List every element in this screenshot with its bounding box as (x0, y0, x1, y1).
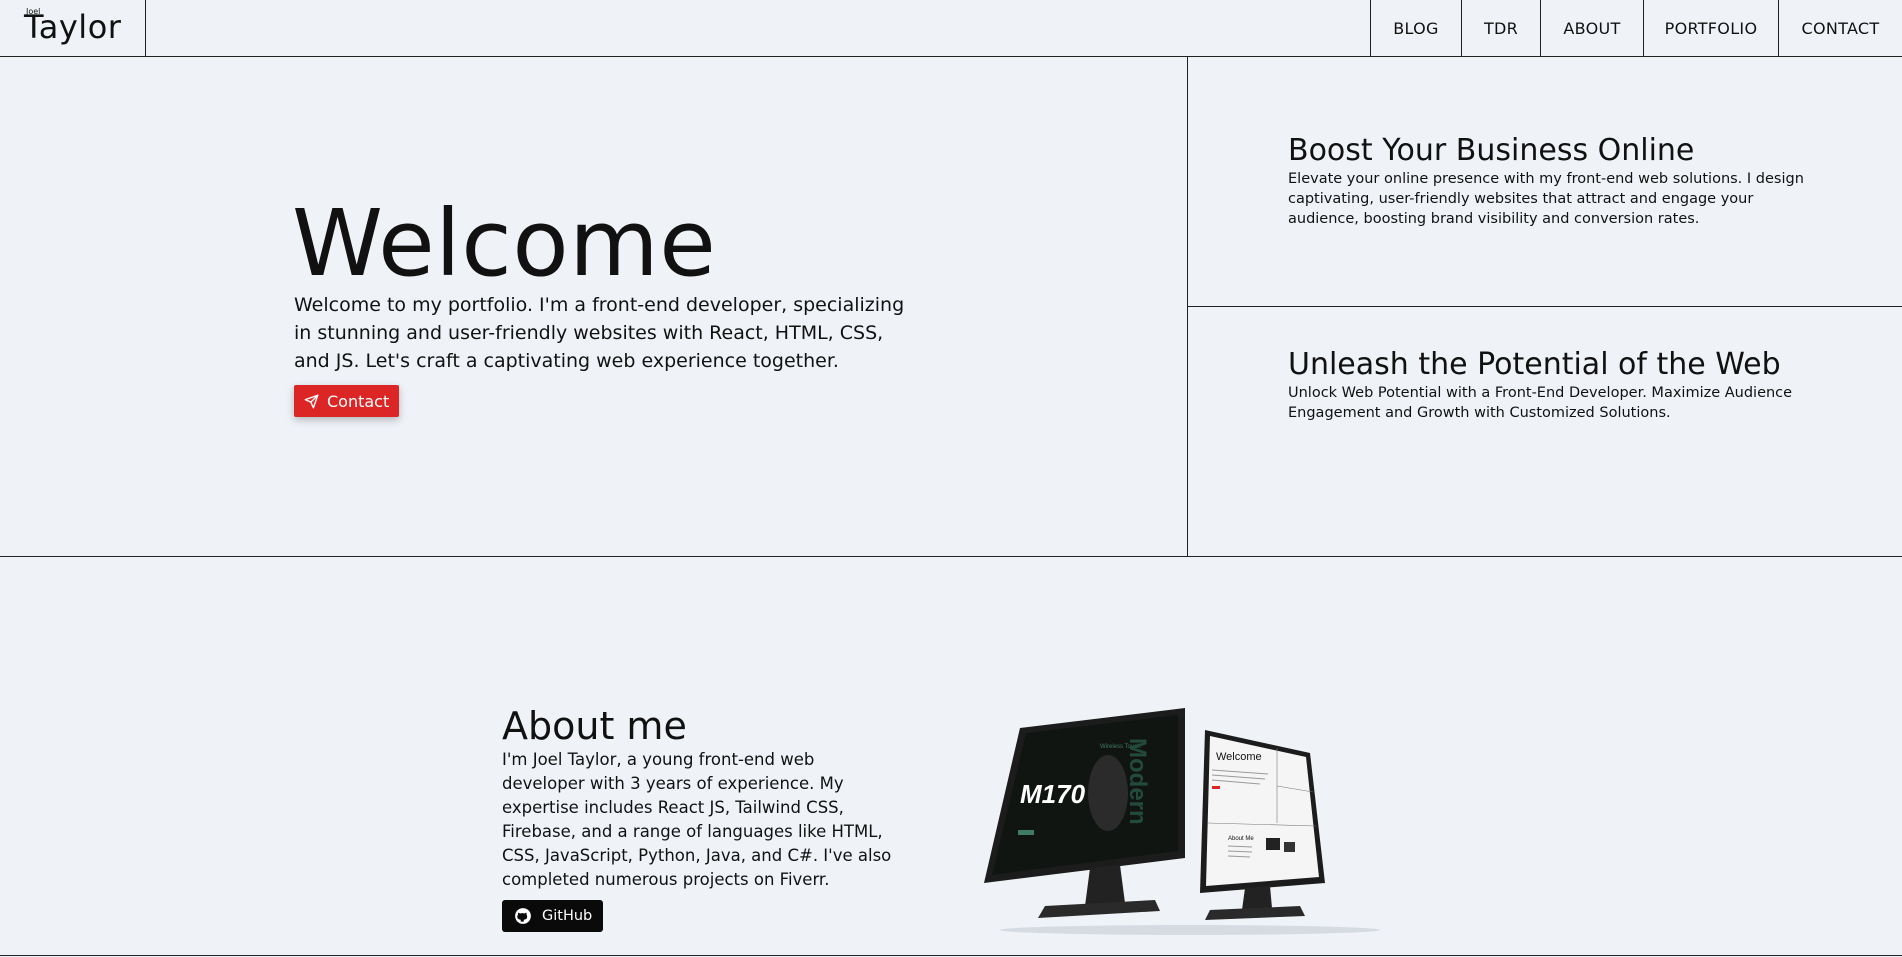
left-monitor: M170 Wireless Touch Modern (984, 708, 1185, 918)
right-screen-title: Welcome (1216, 751, 1262, 763)
nav-blog[interactable]: BLOG (1370, 0, 1461, 57)
hero-intro: Welcome Welcome to my portfolio. I'm a f… (0, 57, 1188, 557)
mouse-product-shape (1088, 755, 1128, 831)
nav-about[interactable]: ABOUT (1540, 0, 1643, 57)
nav-tdr[interactable]: TDR (1461, 0, 1540, 57)
feature-card-text: Elevate your online presence with my fro… (1288, 171, 1804, 227)
main-nav: BLOG TDR ABOUT PORTFOLIO CONTACT (1370, 0, 1902, 57)
send-icon (304, 394, 319, 408)
contact-button-label: Contact (327, 391, 390, 411)
github-button-label: GitHub (542, 908, 593, 924)
github-button[interactable]: GitHub (502, 900, 603, 932)
hero-section: Welcome Welcome to my portfolio. I'm a f… (0, 57, 1902, 557)
feature-cards: Boost Your Business Online Elevate your … (1188, 57, 1902, 557)
nav-portfolio[interactable]: PORTFOLIO (1643, 0, 1778, 57)
contact-button[interactable]: Contact (294, 385, 399, 417)
site-logo[interactable]: Joel Taylor (0, 0, 146, 57)
nav-contact[interactable]: CONTACT (1778, 0, 1902, 57)
portfolio-mockup-image: M170 Wireless Touch Modern Welcome About… (984, 708, 1380, 935)
left-screen-title: M170 (1020, 779, 1086, 809)
mockup-shadow (1000, 925, 1380, 935)
feature-card-title: Unleash the Potential of the Web (1288, 347, 1781, 382)
left-screen-side: Modern (1124, 738, 1151, 825)
feature-card-text: Unlock Web Potential with a Front-End De… (1288, 385, 1793, 421)
hero-title: Welcome (292, 190, 717, 297)
logo-last-name: Taylor (24, 8, 122, 46)
right-screen-about: About Me (1228, 836, 1254, 842)
hero-text: Welcome to my portfolio. I'm a front-end… (294, 294, 905, 372)
about-section: About me I'm Joel Taylor, a young front-… (0, 558, 1902, 957)
feature-card-title: Boost Your Business Online (1288, 133, 1695, 168)
site-header: Joel Taylor BLOG TDR ABOUT PORTFOLIO CON… (0, 0, 1902, 57)
section-divider (0, 955, 1902, 956)
feature-card-web: Unleash the Potential of the Web Unlock … (1188, 307, 1902, 557)
feature-card-business: Boost Your Business Online Elevate your … (1188, 57, 1902, 307)
about-title: About me (502, 704, 687, 748)
left-screen-button (1018, 830, 1034, 835)
about-text: I'm Joel Taylor, a young front-end web d… (502, 750, 892, 889)
right-monitor: Welcome About Me (1200, 730, 1325, 920)
github-icon (515, 908, 531, 924)
